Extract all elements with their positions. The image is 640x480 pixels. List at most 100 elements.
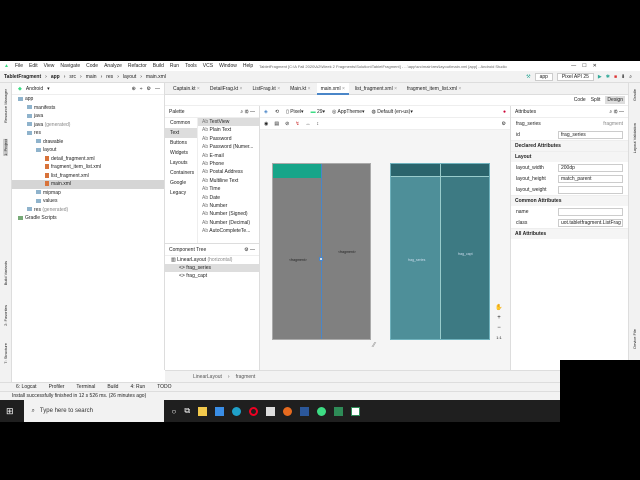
close-tab-icon[interactable]: × bbox=[196, 86, 200, 92]
crumb-file[interactable]: main.xml bbox=[146, 74, 166, 80]
resize-corner-icon[interactable]: ⁄⁄ bbox=[373, 342, 375, 349]
debug-icon[interactable]: ✱ bbox=[606, 74, 610, 80]
palette-item[interactable]: Ab Plain Text bbox=[198, 126, 259, 134]
cortana-icon[interactable]: ○ bbox=[172, 407, 177, 416]
project-view-select[interactable]: Android bbox=[26, 86, 43, 92]
palette-category[interactable]: Text bbox=[165, 128, 197, 138]
warning-icon[interactable]: ⚙ bbox=[502, 121, 506, 127]
tree-item[interactable]: layout bbox=[12, 146, 164, 155]
mail-icon[interactable] bbox=[215, 406, 225, 416]
id-field[interactable]: frag_series bbox=[558, 130, 623, 139]
palette-category[interactable]: Buttons bbox=[165, 138, 197, 148]
menu-code[interactable]: Code bbox=[86, 63, 98, 69]
stop-icon[interactable]: ■ bbox=[614, 74, 617, 80]
palette-category[interactable]: Layouts bbox=[165, 158, 197, 168]
palette-item[interactable]: Ab Multiline Text bbox=[198, 177, 259, 185]
tree-item[interactable]: res (generated) bbox=[12, 206, 164, 215]
attr-value-field[interactable]: match_parent bbox=[558, 174, 623, 183]
palette-item[interactable]: Ab Number (Signed) bbox=[198, 210, 259, 218]
sdk-manager-icon[interactable]: ⬇ bbox=[621, 74, 625, 80]
palette-category[interactable]: Google bbox=[165, 178, 197, 188]
menu-help[interactable]: Help bbox=[243, 63, 253, 69]
task-view-icon[interactable]: ⧉ bbox=[184, 406, 190, 416]
editor-tab[interactable]: main.xml × bbox=[316, 82, 349, 95]
palette-item[interactable]: Ab E-mail bbox=[198, 152, 259, 160]
common-attributes-section[interactable]: Common Attributes bbox=[511, 195, 628, 206]
orientation-icon[interactable]: ⟲ bbox=[275, 109, 279, 115]
pan-icon[interactable]: ✋ bbox=[495, 304, 502, 311]
logcat-tab[interactable]: 6: Logcat bbox=[16, 384, 37, 390]
menu-tools[interactable]: Tools bbox=[185, 63, 197, 69]
gear-icon[interactable]: ⚙ bbox=[244, 247, 248, 253]
palette-item[interactable]: Ab Number bbox=[198, 202, 259, 210]
palette-category[interactable]: Common bbox=[165, 118, 197, 128]
firefox-icon[interactable] bbox=[283, 406, 293, 416]
gear-icon[interactable]: ⚙ bbox=[614, 109, 618, 115]
close-tab-icon[interactable]: × bbox=[276, 86, 280, 92]
palette-item[interactable]: Ab Postal Address bbox=[198, 168, 259, 176]
palette-item[interactable]: Ab Date bbox=[198, 194, 259, 202]
menu-refactor[interactable]: Refactor bbox=[128, 63, 147, 69]
palette-item[interactable]: Ab Password bbox=[198, 135, 259, 143]
start-button[interactable]: ⊞ bbox=[6, 406, 14, 417]
crumb-layout[interactable]: layout bbox=[123, 74, 136, 80]
android-studio-taskbar-icon[interactable] bbox=[317, 406, 327, 416]
menu-vcs[interactable]: VCS bbox=[203, 63, 213, 69]
build-tab[interactable]: Build bbox=[107, 384, 118, 390]
error-icon[interactable]: ● bbox=[503, 109, 506, 115]
view-options-icon[interactable]: ◉ bbox=[264, 121, 268, 127]
notepad-icon[interactable] bbox=[334, 406, 344, 416]
autoconnect-icon[interactable]: ▤ bbox=[274, 121, 279, 127]
zoom-out-button[interactable]: − bbox=[497, 325, 501, 331]
palette-item[interactable]: Ab Number (Decimal) bbox=[198, 219, 259, 227]
crumb-linearlayout[interactable]: LinearLayout bbox=[193, 374, 222, 380]
run-tab[interactable]: 4: Run bbox=[130, 384, 145, 390]
zoom-fit-button[interactable]: 1:1 bbox=[496, 335, 502, 340]
gradle-tab[interactable]: Gradle bbox=[632, 89, 637, 101]
attr-value-field[interactable] bbox=[558, 185, 623, 194]
structure-tab[interactable]: 7: Structure bbox=[3, 343, 8, 364]
expand-horizontal-icon[interactable]: ↔ bbox=[306, 121, 311, 127]
tree-item[interactable]: java bbox=[12, 112, 164, 121]
crumb-res[interactable]: res bbox=[106, 74, 113, 80]
all-attributes-section[interactable]: All Attributes bbox=[511, 228, 628, 239]
opera-icon[interactable] bbox=[249, 406, 259, 416]
tree-item[interactable]: list_fragment.xml bbox=[12, 172, 164, 181]
tree-item[interactable]: res bbox=[12, 129, 164, 138]
tree-item[interactable]: mipmap bbox=[12, 189, 164, 198]
search-everywhere-icon[interactable]: ⌕ bbox=[629, 74, 632, 80]
file-explorer-icon[interactable] bbox=[198, 406, 208, 416]
device-select[interactable]: ▯ Pixel▾ bbox=[286, 109, 304, 115]
api-select[interactable]: ▬ 29▾ bbox=[311, 109, 325, 115]
edge-icon[interactable] bbox=[232, 406, 242, 416]
blueprint-preview[interactable]: frag_series frag_capt bbox=[390, 163, 490, 340]
crumb-app[interactable]: app bbox=[51, 74, 60, 80]
hammer-icon[interactable]: ⚒ bbox=[526, 74, 530, 80]
attr-value-field[interactable]: uot.tabletfragment.ListFrag bbox=[558, 218, 623, 227]
search-icon[interactable]: ⌕ bbox=[240, 109, 243, 115]
editor-tab[interactable]: Captain.kt × bbox=[169, 83, 204, 95]
favorites-tab[interactable]: 2: Favorites bbox=[3, 305, 8, 326]
clear-constraints-icon[interactable]: ⊘ bbox=[285, 121, 289, 127]
tree-item-root[interactable]: ▥ LinearLayout (horizontal) bbox=[165, 256, 259, 264]
tree-item-frag-capt[interactable]: <> frag_capt bbox=[165, 272, 259, 280]
crumb-main[interactable]: main bbox=[86, 74, 97, 80]
store-icon[interactable] bbox=[266, 406, 276, 416]
menu-analyze[interactable]: Analyze bbox=[104, 63, 122, 69]
layout-section[interactable]: Layout bbox=[511, 151, 628, 162]
menu-file[interactable]: File bbox=[15, 63, 23, 69]
attr-value-field[interactable] bbox=[558, 207, 623, 216]
gear-icon[interactable]: ⚙ bbox=[245, 109, 249, 115]
palette-item[interactable]: Ab Password (Numer... bbox=[198, 143, 259, 151]
profiler-tab[interactable]: Profiler bbox=[49, 384, 65, 390]
declared-attributes-section[interactable]: Declared Attributes bbox=[511, 140, 628, 151]
split-mode-button[interactable]: Split bbox=[591, 97, 601, 103]
menu-edit[interactable]: Edit bbox=[29, 63, 38, 69]
palette-category[interactable]: Widgets bbox=[165, 148, 197, 158]
crumb-fragment[interactable]: fragment bbox=[236, 374, 256, 380]
hide-icon[interactable]: — bbox=[250, 109, 255, 115]
crumb-src[interactable]: src bbox=[69, 74, 76, 80]
c-app-icon[interactable] bbox=[351, 406, 361, 416]
code-mode-button[interactable]: Code bbox=[574, 97, 586, 103]
locale-select[interactable]: ◍ Default (en-us)▾ bbox=[372, 109, 413, 115]
